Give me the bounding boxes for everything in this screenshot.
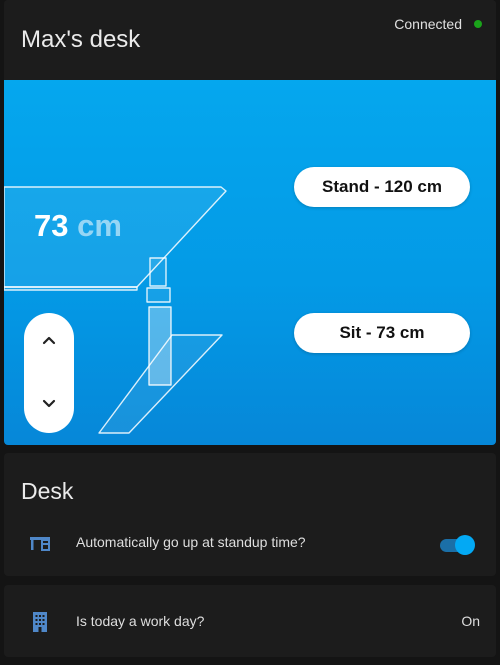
office-building-icon [28, 611, 52, 638]
desk-settings-card: Desk Automatically go up at standup time… [4, 453, 496, 576]
connection-status: Connected [394, 16, 482, 32]
workday-state[interactable]: On [461, 613, 480, 629]
sit-preset-button[interactable]: Sit - 73 cm [294, 313, 470, 353]
desk-top-edge [4, 286, 138, 291]
move-control [24, 313, 74, 433]
desk-leg-upper [149, 257, 167, 287]
auto-standup-label: Automatically go up at standup time? [76, 534, 306, 550]
height-value: 73 [34, 208, 69, 243]
desk-card: Max's desk Connected 73 cm Stand - 120 c… [4, 0, 496, 445]
workday-card: Is today a work day? On [4, 585, 496, 657]
height-unit: cm [77, 208, 122, 243]
chevron-down-icon [42, 399, 56, 408]
toggle-thumb [455, 535, 475, 555]
desk-drawing [4, 186, 227, 434]
move-down-button[interactable] [37, 391, 61, 415]
auto-standup-toggle[interactable] [438, 534, 476, 556]
desk-leg-collar [146, 287, 171, 303]
chevron-up-icon [42, 336, 56, 345]
page-title: Max's desk [21, 26, 141, 53]
connection-status-label: Connected [394, 16, 462, 32]
settings-title: Desk [21, 478, 74, 504]
desk-header: Max's desk Connected [4, 0, 496, 80]
desk-icon [28, 533, 52, 558]
status-dot-icon [474, 20, 482, 28]
desk-illustration: 73 cm Stand - 120 cm Sit - 73 cm [4, 80, 496, 445]
move-up-button[interactable] [37, 329, 61, 353]
desk-foot [98, 334, 223, 434]
workday-label: Is today a work day? [76, 613, 205, 629]
stand-preset-button[interactable]: Stand - 120 cm [294, 167, 470, 207]
height-readout: 73 cm [34, 208, 122, 244]
